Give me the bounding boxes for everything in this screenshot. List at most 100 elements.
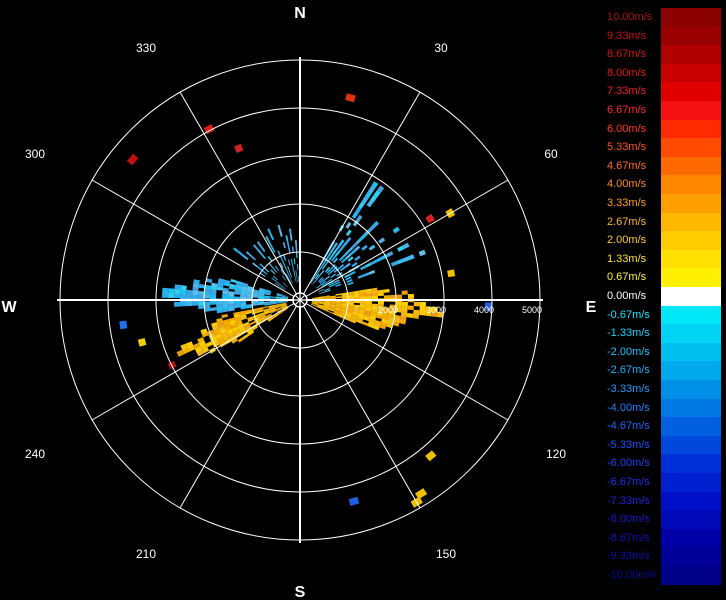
echo-bin <box>285 235 289 242</box>
legend-label: 0.00m/s <box>607 290 647 302</box>
spoke-150 <box>299 299 421 509</box>
echo-bin <box>370 259 378 265</box>
echo-bin <box>228 301 235 304</box>
echo-bin <box>216 301 223 305</box>
legend-label: -4.00m/s <box>607 401 650 414</box>
legend-swatch <box>661 380 721 399</box>
echo-bin <box>407 305 414 311</box>
echo-bin <box>198 304 205 310</box>
legend-entry: -0.67m/s <box>605 305 726 325</box>
echo-bin <box>119 320 128 330</box>
echo-bin <box>296 276 298 283</box>
legend-entry: 6.67m/s <box>605 101 726 120</box>
legend-label: -2.67m/s <box>607 364 650 377</box>
compass-west-label: W <box>1 299 17 316</box>
echo-bin <box>233 247 240 253</box>
legend-label: -8.67m/s <box>607 531 650 544</box>
range-label-3000: 3000 <box>426 305 446 315</box>
echo-bin <box>180 293 187 299</box>
legend-swatch <box>661 268 721 287</box>
echo-bin <box>324 275 330 281</box>
center-cross-icon <box>293 293 307 307</box>
echo-bin <box>249 321 256 326</box>
echo-bin <box>383 288 390 293</box>
legend-label: 2.67m/s <box>607 215 647 228</box>
echo-bin <box>361 321 369 326</box>
compass-east-label: E <box>586 299 597 316</box>
legend-swatch <box>661 528 721 548</box>
bearing-label-60: 60 <box>544 147 558 161</box>
echo-bin <box>389 294 396 299</box>
echo-bin <box>204 284 212 290</box>
echo-bin <box>345 93 356 103</box>
echo-bin <box>186 293 193 299</box>
echo-bin <box>221 313 228 319</box>
echo-bin <box>295 252 298 259</box>
echo-bin <box>256 248 263 255</box>
bearing-label-240: 240 <box>25 447 45 461</box>
legend-entry: 7.33m/s <box>605 82 726 101</box>
echo-bin <box>347 297 354 300</box>
echo-bin <box>415 488 428 500</box>
legend-label: -6.67m/s <box>607 476 650 488</box>
echo-bin <box>335 296 342 299</box>
legend-entry: -2.67m/s <box>605 361 726 380</box>
legend-swatch <box>661 26 721 46</box>
echo-bin <box>292 264 295 271</box>
echo-bin <box>180 301 187 307</box>
echo-bin <box>290 258 294 265</box>
echo-bin <box>282 275 287 281</box>
echo-bin <box>168 292 175 299</box>
echo-bin <box>210 301 217 305</box>
echo-bin <box>267 228 272 235</box>
echo-bin <box>277 250 282 257</box>
legend-label: 6.00m/s <box>607 122 647 135</box>
legend-entry: 4.67m/s <box>605 156 726 176</box>
legend-swatch <box>661 63 721 83</box>
echo-bin <box>296 264 299 271</box>
echo-bin <box>242 333 250 340</box>
echo-bin <box>277 224 282 232</box>
legend-entry: -8.00m/s <box>605 510 726 529</box>
legend-label: 8.00m/s <box>607 66 647 79</box>
legend-swatch <box>661 249 721 269</box>
range-label-2000: 2000 <box>378 305 398 315</box>
echo-bin <box>230 278 237 284</box>
echo-bin <box>198 290 205 296</box>
legend-swatch <box>661 194 721 213</box>
legend-entry: 0.67m/s <box>605 268 726 287</box>
echo-bin <box>365 296 372 299</box>
echo-bin <box>168 288 175 294</box>
legend-swatch <box>661 491 721 511</box>
echo-bin <box>297 276 299 283</box>
echo-bin <box>354 255 361 261</box>
legend-label: -7.33m/s <box>607 494 650 507</box>
legend-label: -9.33m/s <box>607 550 650 563</box>
echo-bin <box>252 262 258 268</box>
compass-north-label: N <box>294 5 306 22</box>
echo-bin <box>222 301 229 305</box>
legend-label: -0.67m/s <box>607 308 650 321</box>
legend-entry: 10.00m/s <box>605 8 726 27</box>
echo-bin <box>412 313 420 319</box>
legend-swatch <box>661 305 721 325</box>
echo-bin <box>126 153 139 166</box>
echo-bin <box>383 295 390 299</box>
velocity-color-legend: 10.00m/s 9.33m/s 8.67m/s 8.00m/s 7.33m/s 6.67… <box>605 8 726 592</box>
echo-bin <box>293 270 296 277</box>
echo-bin <box>282 254 287 261</box>
echo-bin <box>345 229 352 237</box>
echo-bin <box>162 292 169 298</box>
legend-label: -1.33m/s <box>607 327 650 340</box>
legend-label: -8.00m/s <box>607 513 650 526</box>
legend-label: 3.33m/s <box>607 197 647 209</box>
echo-bin <box>425 213 435 224</box>
legend-swatch <box>661 175 721 194</box>
echo-bin <box>174 284 181 290</box>
echo-bin <box>240 300 247 304</box>
echo-bin <box>284 266 289 273</box>
echo-bin <box>186 289 193 295</box>
echo-bin <box>204 301 211 306</box>
echo-bin <box>295 246 298 253</box>
echo-bin <box>237 336 245 343</box>
